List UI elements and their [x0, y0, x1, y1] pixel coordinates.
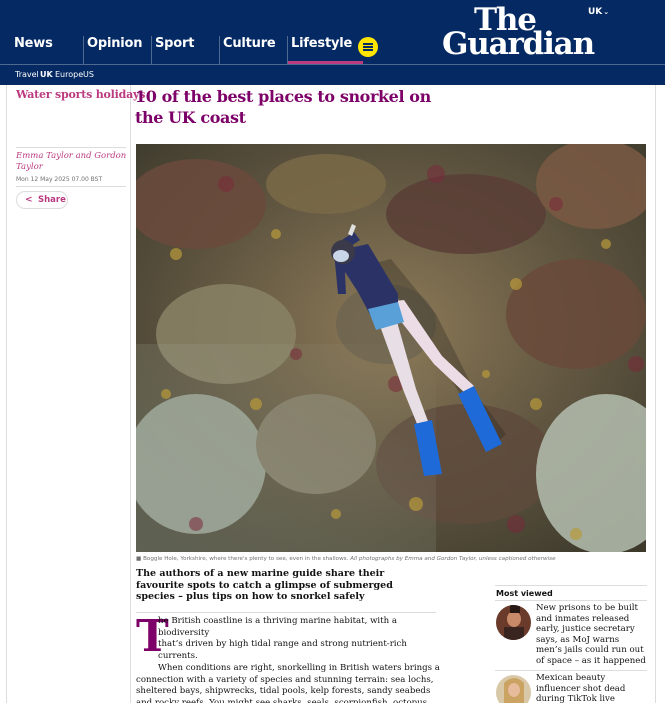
- image-caption: ■ Boggle Hole, Yorkshire, where there's …: [136, 556, 651, 562]
- subnav-us[interactable]: US: [83, 70, 94, 79]
- divider: [16, 147, 126, 148]
- most-viewed-item[interactable]: New prisons to be built and inmates rele…: [495, 600, 647, 666]
- byline[interactable]: Emma Taylor and Gordon Taylor: [16, 151, 128, 173]
- article-headline: 10 of the best places to snorkel on the …: [135, 87, 431, 127]
- divider: [16, 186, 126, 187]
- most-viewed-headline: Mexican beauty influencer shot dead duri…: [536, 673, 626, 703]
- thumbnail-image: [496, 605, 531, 640]
- standfirst: The authors of a new marine guide share …: [136, 568, 393, 602]
- most-viewed-item[interactable]: Mexican beauty influencer shot dead duri…: [495, 670, 647, 703]
- subnav-europe[interactable]: Europe: [55, 70, 83, 79]
- body-line: he British coastline is a thriving marin…: [158, 616, 398, 638]
- chevron-down-icon: ⌄: [603, 8, 610, 16]
- nav-opinion[interactable]: Opinion: [83, 36, 143, 64]
- series-link[interactable]: Water sports holidays: [16, 88, 145, 101]
- most-viewed-headline: New prisons to be built and inmates rele…: [536, 603, 646, 666]
- edition-picker[interactable]: UK⌄: [588, 7, 609, 17]
- body-line: that’s driven by high tidal range and st…: [158, 639, 407, 662]
- body-line: When conditions are right, snorkelling i…: [158, 662, 440, 673]
- nav-culture[interactable]: Culture: [219, 36, 276, 64]
- thumbnail-image: [496, 675, 531, 703]
- hero-photo: [136, 144, 646, 552]
- body-paragraph: connection with a variety of species and…: [136, 674, 434, 703]
- nav-lifestyle[interactable]: Lifestyle: [287, 36, 363, 64]
- column-divider: [6, 85, 7, 703]
- sub-nav: Travel UK Europe US: [0, 64, 665, 85]
- share-icon: <: [25, 195, 33, 205]
- caption-text: Boggle Hole, Yorkshire, where there's pl…: [143, 556, 349, 562]
- column-divider: [130, 85, 131, 703]
- caption-credit: All photographs by Emma and Gordon Taylo…: [350, 556, 556, 562]
- divider: [495, 585, 647, 586]
- column-divider: [655, 85, 656, 703]
- share-label: Share: [38, 195, 66, 205]
- logo-text-guardian: Guardian: [442, 26, 595, 62]
- hero-image-snorkeller[interactable]: [136, 144, 646, 552]
- menu-icon: [363, 43, 373, 45]
- nav-sport[interactable]: Sport: [151, 36, 194, 64]
- menu-button[interactable]: [358, 37, 378, 57]
- masthead: News Opinion Sport Culture Lifestyle The…: [0, 0, 665, 85]
- subnav-uk[interactable]: UK: [40, 70, 53, 79]
- nav-news[interactable]: News: [14, 36, 53, 64]
- divider: [136, 612, 436, 613]
- most-viewed-title: Most viewed: [496, 589, 553, 598]
- article-body: he British coastline is a thriving marin…: [136, 616, 444, 703]
- guardian-logo[interactable]: The Guardian: [442, 2, 608, 62]
- share-button[interactable]: < Share: [16, 191, 68, 209]
- publish-date: Mon 12 May 2025 07.00 BST: [16, 176, 103, 183]
- subnav-travel[interactable]: Travel: [15, 70, 39, 79]
- edition-label: UK: [588, 7, 603, 17]
